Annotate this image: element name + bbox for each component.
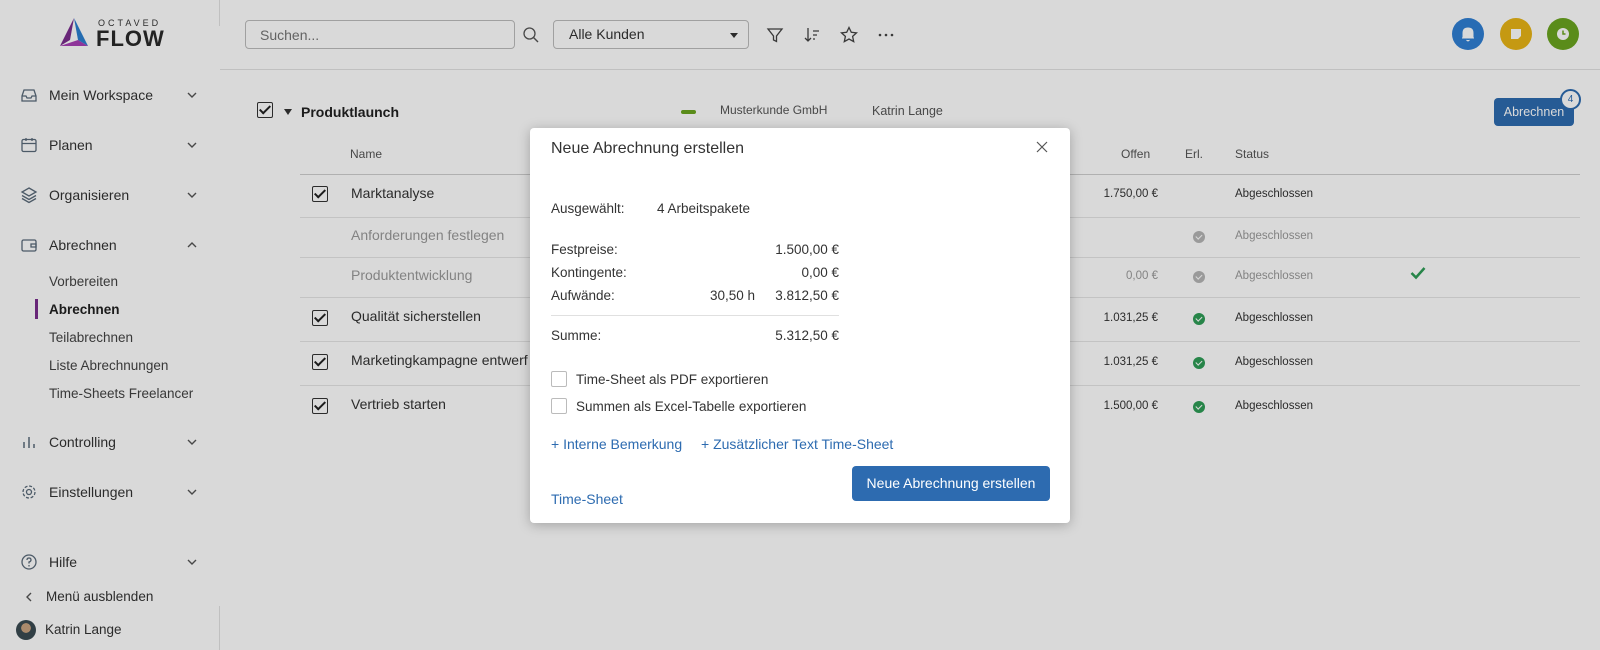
selected-value: 4 Arbeitspakete [657,201,751,216]
create-invoice-button[interactable]: Neue Abrechnung erstellen [852,466,1050,501]
selected-label: Ausgewählt: [551,201,625,216]
export-excel-checkbox[interactable] [551,398,567,414]
quota-label: Kontingente: [551,265,627,280]
export-pdf-checkbox[interactable] [551,371,567,387]
effort-label: Aufwände: [551,288,615,303]
close-icon[interactable] [1035,140,1049,154]
quota-value: 0,00 € [801,265,839,280]
export-pdf-label[interactable]: Time-Sheet als PDF exportieren [576,372,768,387]
timesheet-link[interactable]: Time-Sheet [551,491,623,507]
additional-text-link[interactable]: + Zusätzlicher Text Time-Sheet [701,436,893,452]
fixed-price-value: 1.500,00 € [775,242,839,257]
export-excel-label[interactable]: Summen als Excel-Tabelle exportieren [576,399,806,414]
sum-value: 5.312,50 € [775,328,839,343]
dialog-title: Neue Abrechnung erstellen [551,140,745,157]
fixed-price-label: Festpreise: [551,242,618,257]
new-invoice-dialog: Neue Abrechnung erstellen Ausgewählt: 4 … [530,128,1070,523]
sum-divider [551,315,839,316]
internal-note-link[interactable]: + Interne Bemerkung [551,436,682,452]
sum-label: Summe: [551,328,602,343]
effort-value: 3.812,50 € [775,288,839,303]
